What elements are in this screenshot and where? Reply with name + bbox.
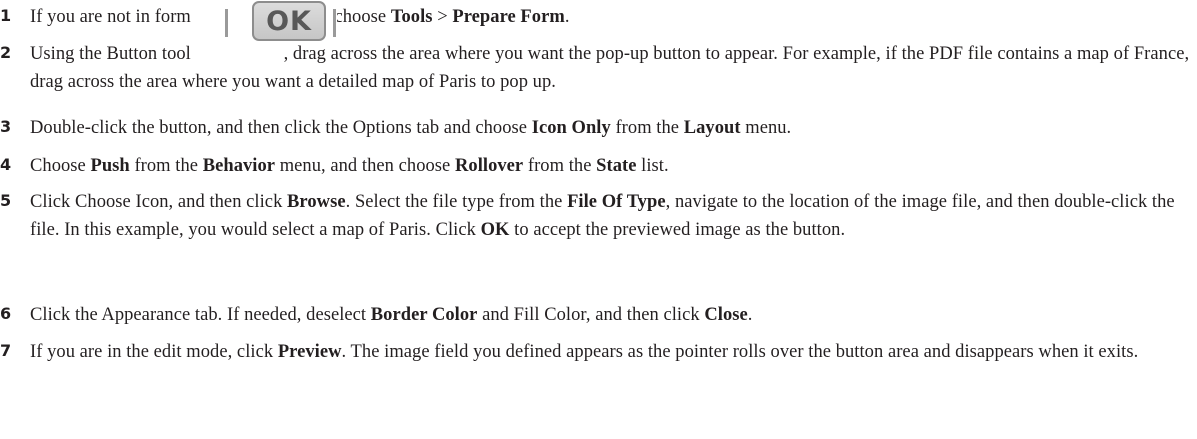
step-text: Click the Appearance tab. If needed, des… [30,301,1195,329]
image-edge-left [225,9,228,37]
step-text: Double-click the button, and then click … [30,114,1195,142]
step-text-segment: from the [129,156,203,176]
step-text-segment: Double-click the button, and then click … [30,118,532,138]
step-text-segment: Click the Appearance tab. If needed, des… [30,305,371,325]
step-text: If you are in the edit mode, click Previ… [30,338,1195,366]
option-rollover: Rollover [454,156,524,176]
option-icon-only: Icon Only [531,118,611,138]
button-browse: Browse [287,192,346,212]
field-file-of-type: File Of Type [567,192,666,212]
step-text: If you are not in form de, choose Tools … [30,3,1195,31]
step-text-segment: menu, and then choose [275,156,455,176]
ok-button-image: OK [225,1,337,41]
step-text-segment: Using the Button tool [30,44,196,64]
button-ok: OK [480,220,510,240]
step-text-segment: . Select the file type from the [345,192,568,212]
step-text-segment: list. [636,156,669,176]
step-text-segment: from the [610,118,684,138]
step-text-segment: . The image field you defined appears as… [341,342,1139,362]
step-text: Click Choose Icon, and then click Browse… [30,188,1195,244]
ok-button[interactable]: OK [252,1,326,41]
option-push: Push [90,156,130,176]
step-number: 4 [0,155,12,174]
image-edge-right [333,9,336,37]
menu-tools: Tools [390,7,433,27]
step-text: Choose Push from the Behavior menu, and … [30,152,1195,180]
button-close: Close [704,305,748,325]
menu-behavior: Behavior [202,156,276,176]
step-number: 2 [0,43,12,62]
menu-separator: > [432,7,453,27]
step-text-segment: If you are not in form [30,7,196,27]
menu-layout: Layout [683,118,741,138]
step-number: 1 [0,6,12,25]
step-text-segment: menu. [740,118,792,138]
step-number: 3 [0,117,12,136]
step-text-segment: . [564,7,570,27]
step-text-segment: to accept the previewed image as the but… [509,220,846,240]
option-border-color: Border Color [370,305,478,325]
button-preview: Preview [277,342,342,362]
step-text-segment: Click Choose Icon, and then click [30,192,288,212]
step-text-segment: from the [523,156,597,176]
step-number: 7 [0,341,12,360]
menu-prepare-form: Prepare Form [452,7,565,27]
step-text-segment: Choose [30,156,91,176]
step-text: Using the Button tool , drag across the … [30,40,1195,96]
step-number: 6 [0,304,12,323]
step-text-segment: and Fill Color, and then click [477,305,705,325]
step-number: 5 [0,191,12,210]
step-text-segment: . [747,305,753,325]
list-state: State [596,156,637,176]
step-text-segment: If you are in the edit mode, click [30,342,278,362]
step-text-segment: , drag across the area where you want th… [30,44,1190,92]
